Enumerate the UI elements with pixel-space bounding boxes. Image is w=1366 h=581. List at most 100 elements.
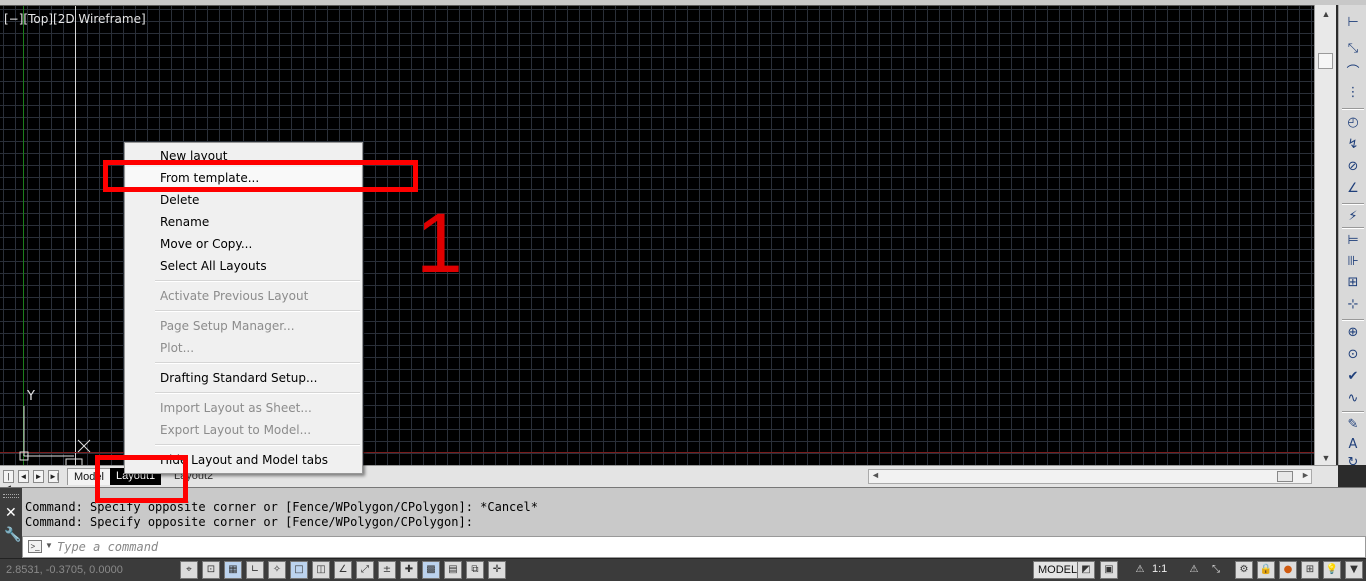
auto-scale-icon[interactable]: ⚠: [1185, 561, 1203, 579]
previous-tab-icon[interactable]: ◄: [18, 470, 29, 483]
tolerance-icon[interactable]: ⊕: [1343, 323, 1363, 341]
dimension-space-icon[interactable]: ⊞: [1343, 273, 1363, 291]
inspect-icon[interactable]: ✔: [1343, 367, 1363, 385]
vertical-scroll-thumb[interactable]: [1318, 53, 1333, 69]
transparency-icon[interactable]: ▩: [422, 561, 440, 579]
toolbar-separator: [1342, 319, 1364, 321]
linear-dimension-icon[interactable]: ⊢: [1343, 13, 1363, 31]
quick-dimension-icon[interactable]: ⚡: [1343, 207, 1363, 225]
menu-item-move-or-copy[interactable]: Move or Copy...: [126, 233, 361, 255]
wrench-icon[interactable]: 🔧: [4, 526, 21, 543]
menu-separator: [155, 310, 360, 312]
menu-item-rename[interactable]: Rename: [126, 211, 361, 233]
quick-properties-icon[interactable]: ▤: [444, 561, 462, 579]
toolbar-separator: [1342, 203, 1364, 205]
annotation-scale[interactable]: 1:1: [1152, 563, 1167, 575]
jogged-dimension-icon[interactable]: ↯: [1343, 135, 1363, 153]
dimension-update-icon[interactable]: ↻: [1343, 453, 1363, 471]
infer-constraints-icon[interactable]: ⌖: [180, 561, 198, 579]
menu-item-activate-previous-layout: Activate Previous Layout: [160, 289, 309, 303]
horizontal-scrollbar[interactable]: ◄ ►: [868, 469, 1312, 484]
annotation-visibility-icon[interactable]: ⚠: [1131, 561, 1149, 579]
command-input[interactable]: [57, 539, 657, 555]
command-input-box[interactable]: >_ ▼: [22, 536, 1366, 558]
command-history: Command: Specify opposite corner or [Fen…: [22, 500, 1366, 536]
first-tab-icon[interactable]: |◄: [3, 470, 14, 492]
menu-item-page-setup-manager: Page Setup Manager...: [160, 319, 295, 333]
diameter-dimension-icon[interactable]: ⊘: [1343, 157, 1363, 175]
next-tab-icon[interactable]: ►: [33, 470, 44, 483]
menu-item-plot: Plot...: [160, 341, 195, 355]
isolate-objects-icon[interactable]: ⊞: [1301, 561, 1319, 579]
object-snap-icon[interactable]: □: [290, 561, 308, 579]
lightbulb-icon[interactable]: 💡: [1323, 561, 1341, 579]
annotation-monitor-icon[interactable]: ✛: [488, 561, 506, 579]
aligned-dimension-icon[interactable]: ⤡: [1343, 39, 1363, 57]
dimension-text-edit-icon[interactable]: A: [1343, 435, 1363, 453]
dynamic-ucs-icon[interactable]: ⤢: [356, 561, 374, 579]
baseline-dimension-icon[interactable]: ⊨: [1343, 231, 1363, 249]
status-bar: 2.8531, -0.3705, 0.0000 ⌖ ⊡ ▦ ∟ ✧ □ ◫ ∠ …: [0, 558, 1366, 581]
last-tab-icon[interactable]: ►|: [48, 470, 59, 483]
menu-item-drafting-standard-setup[interactable]: Drafting Standard Setup...: [126, 367, 361, 389]
menu-separator: [155, 280, 360, 282]
object-snap-tracking-icon[interactable]: ∠: [334, 561, 352, 579]
dimension-toolbar: ⊢ ⤡ ⌒ ⋮ ◴ ↯ ⊘ ∠ ⚡ ⊨ ⊪ ⊞ ⊹ ⊕ ⊙ ✔ ∿ ✎ A ↻: [1338, 5, 1366, 470]
quick-view-drawings-icon[interactable]: ▣: [1100, 561, 1118, 579]
arc-length-icon[interactable]: ⌒: [1343, 61, 1363, 80]
menu-separator: [155, 392, 360, 394]
ordinate-dimension-icon[interactable]: ⋮: [1343, 83, 1363, 101]
3d-object-snap-icon[interactable]: ◫: [312, 561, 330, 579]
toolbar-separator: [1342, 227, 1364, 229]
radius-dimension-icon[interactable]: ◴: [1343, 113, 1363, 131]
angular-dimension-icon[interactable]: ∠: [1343, 179, 1363, 197]
scroll-right-icon[interactable]: ►: [1301, 470, 1310, 480]
continue-dimension-icon[interactable]: ⊪: [1343, 252, 1363, 270]
scroll-down-icon[interactable]: ▼: [1319, 453, 1333, 465]
menu-item-delete[interactable]: Delete: [126, 189, 361, 211]
center-mark-icon[interactable]: ⊙: [1343, 345, 1363, 363]
coordinates-readout[interactable]: 2.8531, -0.3705, 0.0000: [6, 564, 123, 576]
ucs-y-label: Y: [26, 389, 35, 404]
close-icon[interactable]: ✕: [5, 504, 17, 521]
selection-cycling-icon[interactable]: ⧉: [466, 561, 484, 579]
lock-icon[interactable]: 🔒: [1257, 561, 1275, 579]
lineweight-icon[interactable]: ✚: [400, 561, 418, 579]
quick-view-layouts-icon[interactable]: ◩: [1077, 561, 1095, 579]
menu-separator: [155, 444, 360, 446]
grid-display-icon[interactable]: ▦: [224, 561, 242, 579]
polar-tracking-icon[interactable]: ✧: [268, 561, 286, 579]
menu-separator: [155, 362, 360, 364]
horizontal-scroll-thumb[interactable]: [1277, 471, 1293, 482]
step-number-annotation: 1: [416, 196, 463, 290]
toolbar-separator: [1342, 411, 1364, 413]
vertical-scrollbar[interactable]: ▲ ▼: [1314, 5, 1336, 465]
command-history-line: Command: Specify opposite corner or [Fen…: [25, 500, 538, 514]
command-line-panel: ✕ 🔧 Command: Specify opposite corner or …: [0, 487, 1366, 559]
menu-item-export-layout-to-model: Export Layout to Model...: [160, 423, 312, 437]
clean-screen-icon[interactable]: ▼: [1345, 561, 1363, 579]
command-prompt-icon[interactable]: >_: [28, 540, 42, 553]
menu-item-select-all-layouts[interactable]: Select All Layouts: [126, 255, 361, 277]
dimension-break-icon[interactable]: ⊹: [1343, 295, 1363, 313]
snap-mode-icon[interactable]: ⊡: [202, 561, 220, 579]
ucs-icon: Y: [19, 389, 91, 465]
command-history-line: Command: Specify opposite corner or [Fen…: [25, 515, 473, 529]
scroll-left-icon[interactable]: ◄: [871, 470, 880, 480]
menu-item-import-layout-as-sheet: Import Layout as Sheet...: [160, 401, 312, 415]
dimension-edit-icon[interactable]: ✎: [1343, 415, 1363, 433]
command-line-sidebar: ✕ 🔧: [0, 488, 22, 559]
hardware-acceleration-icon[interactable]: ●: [1279, 561, 1297, 579]
scroll-up-icon[interactable]: ▲: [1319, 9, 1333, 21]
toolbar-separator: [1342, 108, 1364, 110]
jogged-linear-icon[interactable]: ∿: [1343, 389, 1363, 407]
chevron-down-icon[interactable]: ▼: [45, 541, 53, 550]
gear-icon[interactable]: ⚙: [1235, 561, 1253, 579]
highlight-box-from-template: [103, 160, 418, 192]
workspace-switch-icon[interactable]: ⤡: [1207, 561, 1225, 579]
model-space-button[interactable]: MODEL: [1033, 561, 1083, 579]
drag-grip-icon[interactable]: [3, 494, 19, 498]
highlight-box-layout1-tab: [95, 455, 188, 503]
ortho-mode-icon[interactable]: ∟: [246, 561, 264, 579]
dynamic-input-icon[interactable]: ±: [378, 561, 396, 579]
